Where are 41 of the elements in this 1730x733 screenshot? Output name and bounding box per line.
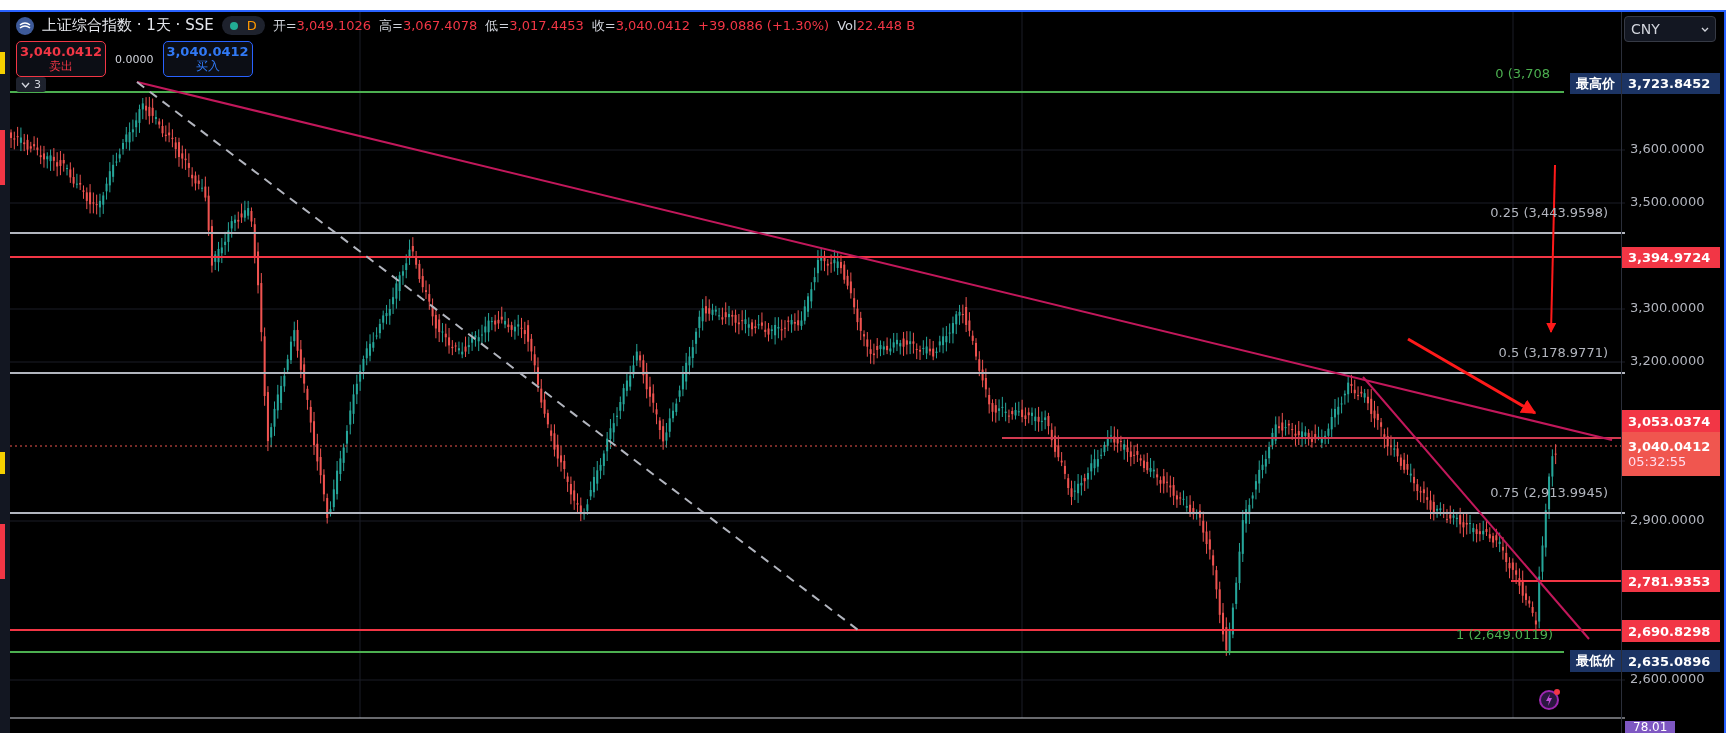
indicators-toggle-button[interactable]: 3 [16, 77, 46, 92]
sell-button[interactable]: 3,040.0412 卖出 [16, 41, 106, 77]
volume-value: Vol22.448 B [837, 18, 916, 33]
indicator-value-label: 78.01 [1625, 721, 1676, 733]
price-label: 3,394.9724 [1622, 247, 1720, 268]
toolbar-marker [0, 452, 5, 474]
price-label: 3,040.0412 05:32:55 [1622, 432, 1720, 476]
price-label: 2,781.9353 [1622, 570, 1720, 592]
fibonacci-level-label: 1 (2,649.0119) [1456, 627, 1553, 643]
alert-lightning-icon[interactable] [1538, 688, 1562, 710]
price-axis-label: 2,600.0000 [1630, 671, 1705, 686]
price-label: 2,635.0896 [1622, 650, 1720, 672]
ohlc-value: 低=3,017.4453 [485, 16, 584, 35]
buy-button[interactable]: 3,040.0412 买入 [162, 41, 253, 77]
price-extreme-tag: 最高价 [1570, 73, 1621, 94]
ohlc-value: 高=3,067.4078 [379, 16, 478, 35]
price-extreme-tag: 最低价 [1570, 650, 1621, 672]
symbol-title[interactable]: 上证综合指数 · 1天 · SSE [42, 16, 214, 35]
price-label: 3,723.8452 [1622, 73, 1720, 94]
ohlc-value: 开=3,049.1026 [272, 16, 372, 35]
price-axis-label: 3,200.0000 [1630, 353, 1705, 368]
price-axis-label: 2,900.0000 [1630, 512, 1705, 527]
toolbar-marker [0, 524, 5, 579]
market-status-badge[interactable]: D [221, 16, 265, 35]
fibonacci-level-label: 0 (3,708 [1495, 66, 1550, 82]
price-label: 2,690.8298 [1622, 620, 1720, 642]
exchange-logo-icon [16, 16, 34, 35]
spread-value: 0.0000 [115, 52, 154, 66]
price-axis-label: 3,500.0000 [1630, 194, 1705, 209]
chevron-icon [21, 81, 30, 88]
currency-dropdown[interactable]: CNY [1624, 16, 1716, 42]
price-axis-label: 3,600.0000 [1630, 141, 1705, 156]
price-label: 3,053.0374 [1622, 410, 1720, 432]
interval-label: D [246, 18, 257, 33]
ohlc-value: 收=3,040.0412 [591, 16, 691, 35]
toolbar-marker [0, 52, 5, 74]
fibonacci-level-label: 0.5 (3,178.9771) [1498, 345, 1608, 361]
toolbar-marker [0, 130, 5, 185]
chevron-icon [1701, 26, 1709, 32]
price-change: +39.0886 (+1.30%) [698, 18, 830, 33]
price-axis-label: 3,300.0000 [1630, 300, 1705, 315]
